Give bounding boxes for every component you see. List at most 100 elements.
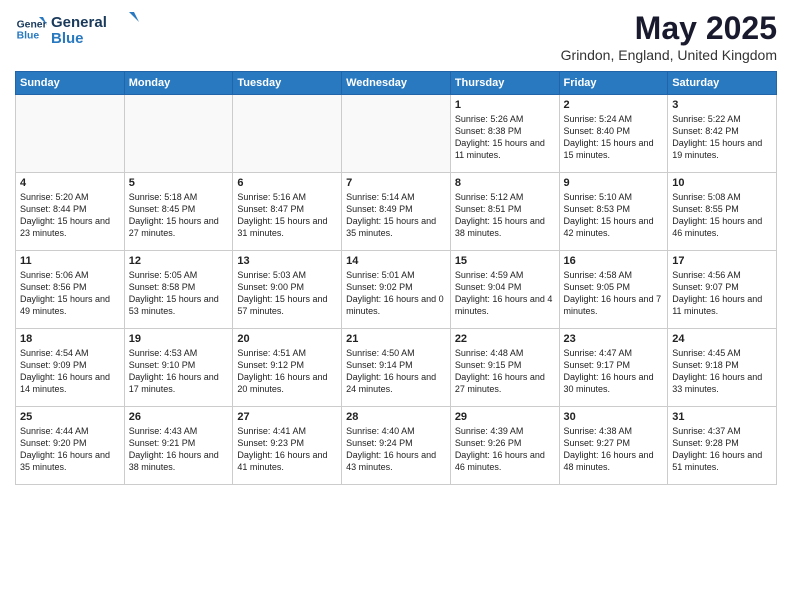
day-header-thursday: Thursday [450, 72, 559, 95]
cell-content: Sunrise: 4:56 AM Sunset: 9:07 PM Dayligh… [672, 269, 772, 318]
day-number: 13 [237, 255, 337, 267]
days-header-row: SundayMondayTuesdayWednesdayThursdayFrid… [16, 72, 777, 95]
cell-content: Sunrise: 4:37 AM Sunset: 9:28 PM Dayligh… [672, 425, 772, 474]
day-number: 19 [129, 333, 229, 345]
cell-content: Sunrise: 4:41 AM Sunset: 9:23 PM Dayligh… [237, 425, 337, 474]
calendar-cell: 3Sunrise: 5:22 AM Sunset: 8:42 PM Daylig… [668, 95, 777, 173]
week-row-4: 18 Sunrise: 4:54 AM Sunset: 9:09 PM Dayli… [16, 329, 777, 407]
cell-content: Sunrise: 4:47 AM Sunset: 9:17 PM Dayligh… [564, 347, 664, 396]
cell-content: Sunrise: 5:12 AM Sunset: 8:51 PM Dayligh… [455, 191, 555, 240]
calendar-cell: 2 Sunrise: 5:24 AM Sunset: 8:40 PM Daylig… [559, 95, 668, 173]
cell-content: Sunrise: 5:08 AM Sunset: 8:55 PM Dayligh… [672, 191, 772, 240]
day-header-monday: Monday [124, 72, 233, 95]
calendar-cell: 4Sunrise: 5:20 AM Sunset: 8:44 PM Daylig… [16, 173, 125, 251]
cell-content: Sunrise: 4:48 AM Sunset: 9:15 PM Dayligh… [455, 347, 555, 396]
calendar-cell: 13 Sunrise: 5:03 AM Sunset: 9:00 PM Dayli… [233, 251, 342, 329]
svg-text:Blue: Blue [17, 31, 40, 42]
calendar-cell: 9Sunrise: 5:10 AM Sunset: 8:53 PM Daylig… [559, 173, 668, 251]
day-number: 14 [346, 255, 446, 267]
calendar-cell: 10 Sunrise: 5:08 AM Sunset: 8:55 PM Dayli… [668, 173, 777, 251]
week-row-1: 1 Sunrise: 5:26 AM Sunset: 8:38 PM Daylig… [16, 95, 777, 173]
day-number: 6 [237, 177, 337, 189]
day-number: 25 [20, 411, 120, 423]
calendar-cell: 31Sunrise: 4:37 AM Sunset: 9:28 PM Dayli… [668, 407, 777, 485]
cell-content: Sunrise: 5:10 AM Sunset: 8:53 PM Dayligh… [564, 191, 664, 240]
cell-content: Sunrise: 5:26 AM Sunset: 8:38 PM Dayligh… [455, 113, 555, 162]
calendar-cell: 24 Sunrise: 4:45 AM Sunset: 9:18 PM Dayli… [668, 329, 777, 407]
day-number: 30 [564, 411, 664, 423]
calendar-cell: 6 Sunrise: 5:16 AM Sunset: 8:47 PM Daylig… [233, 173, 342, 251]
calendar-cell [16, 95, 125, 173]
logo-svg: General Blue [51, 10, 141, 48]
day-number: 20 [237, 333, 337, 345]
header: General Blue General Blue May 2025 Grind… [15, 10, 777, 63]
day-number: 16 [564, 255, 664, 267]
day-number: 26 [129, 411, 229, 423]
calendar-table: SundayMondayTuesdayWednesdayThursdayFrid… [15, 71, 777, 485]
day-header-wednesday: Wednesday [342, 72, 451, 95]
calendar-cell: 7Sunrise: 5:14 AM Sunset: 8:49 PM Daylig… [342, 173, 451, 251]
day-number: 12 [129, 255, 229, 267]
calendar-cell: 25Sunrise: 4:44 AM Sunset: 9:20 PM Dayli… [16, 407, 125, 485]
calendar-cell: 16Sunrise: 4:58 AM Sunset: 9:05 PM Dayli… [559, 251, 668, 329]
cell-content: Sunrise: 5:16 AM Sunset: 8:47 PM Dayligh… [237, 191, 337, 240]
calendar-cell: 11 Sunrise: 5:06 AM Sunset: 8:56 PM Dayli… [16, 251, 125, 329]
location: Grindon, England, United Kingdom [561, 47, 777, 63]
calendar-cell: 8Sunrise: 5:12 AM Sunset: 8:51 PM Daylig… [450, 173, 559, 251]
day-number: 5 [129, 177, 229, 189]
cell-content: Sunrise: 4:59 AM Sunset: 9:04 PM Dayligh… [455, 269, 555, 318]
cell-content: Sunrise: 5:24 AM Sunset: 8:40 PM Dayligh… [564, 113, 664, 162]
calendar-cell [233, 95, 342, 173]
day-number: 15 [455, 255, 555, 267]
day-number: 10 [672, 177, 772, 189]
cell-content: Sunrise: 5:06 AM Sunset: 8:56 PM Dayligh… [20, 269, 120, 318]
calendar-cell: 28Sunrise: 4:40 AM Sunset: 9:24 PM Dayli… [342, 407, 451, 485]
day-number: 11 [20, 255, 120, 267]
svg-text:General: General [17, 19, 47, 30]
calendar-cell: 21 Sunrise: 4:50 AM Sunset: 9:14 PM Dayli… [342, 329, 451, 407]
calendar-cell: 30Sunrise: 4:38 AM Sunset: 9:27 PM Dayli… [559, 407, 668, 485]
cell-content: Sunrise: 5:03 AM Sunset: 9:00 PM Dayligh… [237, 269, 337, 318]
calendar-cell: 5Sunrise: 5:18 AM Sunset: 8:45 PM Daylig… [124, 173, 233, 251]
cell-content: Sunrise: 5:01 AM Sunset: 9:02 PM Dayligh… [346, 269, 446, 318]
cell-content: Sunrise: 4:45 AM Sunset: 9:18 PM Dayligh… [672, 347, 772, 396]
cell-content: Sunrise: 5:22 AM Sunset: 8:42 PM Dayligh… [672, 113, 772, 162]
calendar-cell [124, 95, 233, 173]
day-number: 1 [455, 99, 555, 111]
logo: General Blue General Blue [15, 10, 141, 48]
calendar-cell: 18 Sunrise: 4:54 AM Sunset: 9:09 PM Dayli… [16, 329, 125, 407]
calendar-cell: 19Sunrise: 4:53 AM Sunset: 9:10 PM Dayli… [124, 329, 233, 407]
week-row-2: 4Sunrise: 5:20 AM Sunset: 8:44 PM Daylig… [16, 173, 777, 251]
title-block: May 2025 Grindon, England, United Kingdo… [561, 10, 777, 63]
logo-icon: General Blue [15, 13, 47, 45]
week-row-3: 11 Sunrise: 5:06 AM Sunset: 8:56 PM Dayli… [16, 251, 777, 329]
day-header-saturday: Saturday [668, 72, 777, 95]
calendar-cell: 27 Sunrise: 4:41 AM Sunset: 9:23 PM Dayli… [233, 407, 342, 485]
cell-content: Sunrise: 5:14 AM Sunset: 8:49 PM Dayligh… [346, 191, 446, 240]
calendar-cell: 12 Sunrise: 5:05 AM Sunset: 8:58 PM Dayli… [124, 251, 233, 329]
cell-content: Sunrise: 4:54 AM Sunset: 9:09 PM Dayligh… [20, 347, 120, 396]
day-number: 24 [672, 333, 772, 345]
cell-content: Sunrise: 5:05 AM Sunset: 8:58 PM Dayligh… [129, 269, 229, 318]
cell-content: Sunrise: 4:39 AM Sunset: 9:26 PM Dayligh… [455, 425, 555, 474]
cell-content: Sunrise: 4:50 AM Sunset: 9:14 PM Dayligh… [346, 347, 446, 396]
day-number: 2 [564, 99, 664, 111]
day-number: 21 [346, 333, 446, 345]
calendar-cell: 1 Sunrise: 5:26 AM Sunset: 8:38 PM Daylig… [450, 95, 559, 173]
day-header-sunday: Sunday [16, 72, 125, 95]
day-header-tuesday: Tuesday [233, 72, 342, 95]
day-number: 22 [455, 333, 555, 345]
cell-content: Sunrise: 4:51 AM Sunset: 9:12 PM Dayligh… [237, 347, 337, 396]
day-number: 29 [455, 411, 555, 423]
svg-text:Blue: Blue [51, 30, 84, 47]
calendar-cell: 15 Sunrise: 4:59 AM Sunset: 9:04 PM Dayli… [450, 251, 559, 329]
page: General Blue General Blue May 2025 Grind… [0, 0, 792, 612]
day-number: 27 [237, 411, 337, 423]
calendar-cell: 26 Sunrise: 4:43 AM Sunset: 9:21 PM Dayli… [124, 407, 233, 485]
cell-content: Sunrise: 4:43 AM Sunset: 9:21 PM Dayligh… [129, 425, 229, 474]
calendar-cell [342, 95, 451, 173]
day-number: 18 [20, 333, 120, 345]
svg-text:General: General [51, 14, 107, 31]
day-number: 17 [672, 255, 772, 267]
week-row-5: 25Sunrise: 4:44 AM Sunset: 9:20 PM Dayli… [16, 407, 777, 485]
